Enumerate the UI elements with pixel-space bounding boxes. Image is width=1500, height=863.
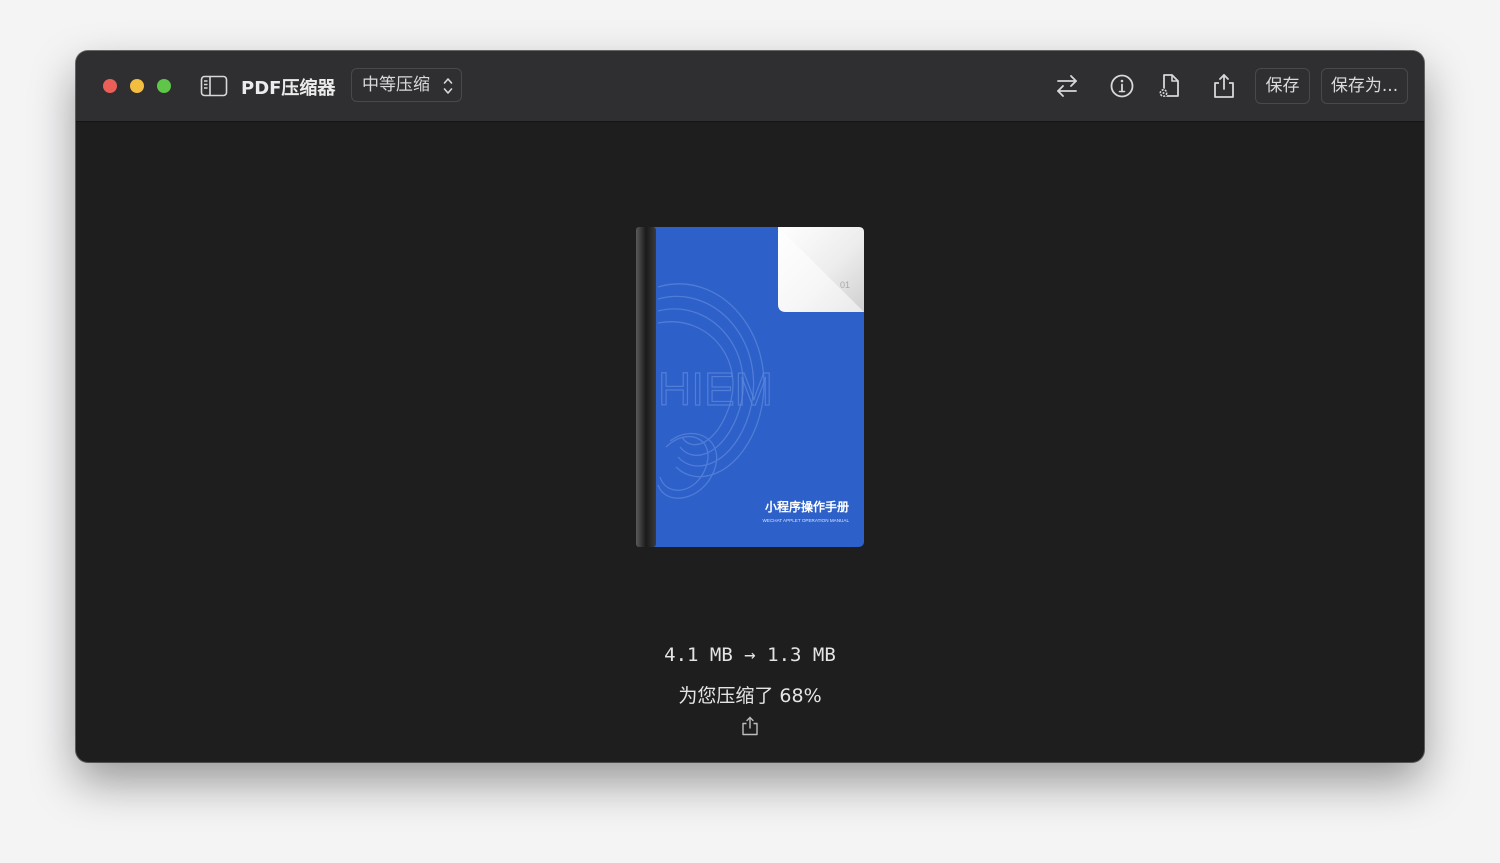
save-as-button[interactable]: 保存为... bbox=[1321, 68, 1408, 104]
compressed-size: 1.3 MB bbox=[767, 644, 836, 666]
info-icon[interactable] bbox=[1108, 72, 1136, 100]
cover-title: 小程序操作手册 bbox=[765, 499, 849, 514]
zoom-button[interactable] bbox=[157, 79, 171, 93]
sidebar-icon[interactable] bbox=[200, 75, 228, 97]
chevron-up-down-icon bbox=[443, 78, 453, 94]
cover-subtitle: WECHAT APPLET OPERATION MANUAL bbox=[763, 518, 850, 523]
compression-percentage: 为您压缩了 68% bbox=[678, 685, 822, 707]
size-comparison: 4.1 MB → 1.3 MB bbox=[76, 644, 1424, 666]
app-title: PDF压缩器 bbox=[241, 78, 336, 99]
compression-mode-label: 中等压缩 bbox=[362, 75, 430, 95]
minimize-button[interactable] bbox=[130, 79, 144, 93]
original-size: 4.1 MB bbox=[664, 644, 733, 666]
share-icon[interactable] bbox=[1210, 72, 1238, 100]
page-number: 01 bbox=[840, 280, 850, 290]
share-result-icon[interactable] bbox=[741, 716, 759, 736]
main-content: HIEM 01 小程序操作手册 WECHAT APPLET OPERATION … bbox=[76, 122, 1424, 762]
document-thumbnail[interactable]: HIEM 01 小程序操作手册 WECHAT APPLET OPERATION … bbox=[636, 227, 864, 547]
compression-mode-select[interactable]: 中等压缩 bbox=[351, 68, 462, 102]
swap-arrows-icon[interactable] bbox=[1053, 72, 1081, 100]
save-button[interactable]: 保存 bbox=[1255, 68, 1310, 104]
arrow-icon: → bbox=[744, 644, 756, 666]
close-button[interactable] bbox=[103, 79, 117, 93]
cover-watermark: HIEM bbox=[658, 363, 773, 415]
title-bar: PDF压缩器 中等压缩 保存 保存为... bbox=[76, 51, 1424, 122]
document-settings-icon[interactable] bbox=[1156, 72, 1184, 100]
app-window: PDF压缩器 中等压缩 保存 保存为... HIEM 01 小程序操作手册 WE… bbox=[76, 51, 1424, 762]
